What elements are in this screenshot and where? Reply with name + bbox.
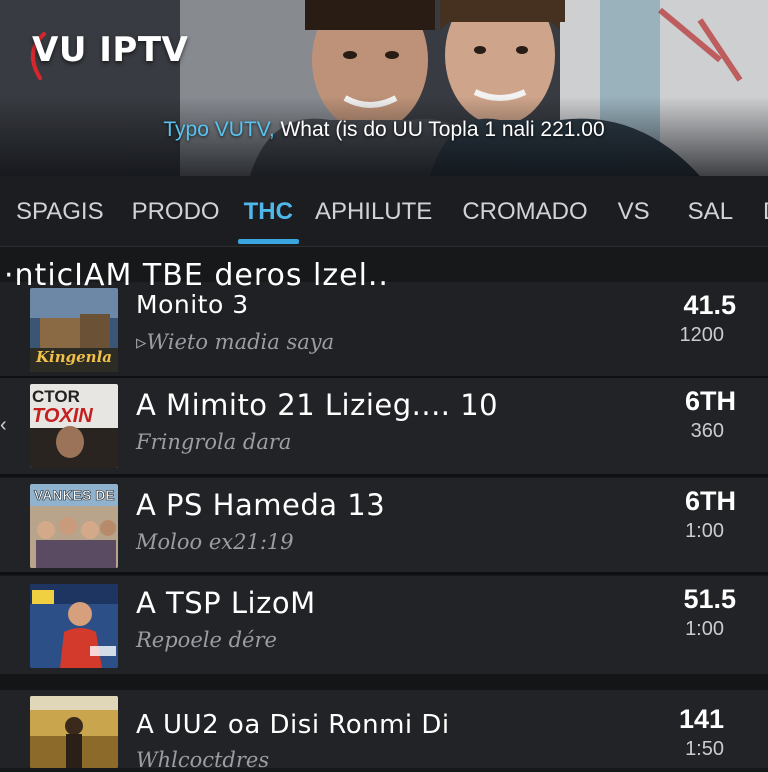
item-title: A UU2 oa Disi Ronmi Di [136, 710, 450, 740]
item-value: 141 [678, 704, 724, 734]
tab-sal[interactable]: SAL [688, 176, 733, 246]
item-time: 1:50 [685, 738, 724, 760]
tab-vs[interactable]: VS [618, 176, 650, 246]
item-title: A PS Hameda 13 [136, 488, 386, 522]
divider [0, 674, 768, 690]
list-item[interactable]: A TSP LizoM Repoele dére 51.5 1:00 [0, 576, 768, 674]
thumbnail [30, 584, 118, 668]
tab-thc[interactable]: THC [237, 176, 300, 246]
divider [0, 572, 768, 575]
list-item[interactable]: VANKES DE A PS Hameda 13 Moloo ex21:19 6… [0, 478, 768, 572]
thumbnail-image: CTOR TOXIN [30, 384, 118, 468]
app-logo[interactable]: VU IPTV [22, 24, 188, 80]
thumbnail [30, 696, 118, 768]
thumbnail: VANKES DE [30, 484, 118, 568]
item-subtitle: Fringrola dara [136, 430, 292, 454]
item-time: 360 [690, 420, 724, 442]
app-title: VU IPTV [32, 30, 189, 70]
item-subtitle: Repoele dére [136, 628, 277, 652]
thumb-text: VANKES DE [34, 487, 115, 503]
list-item[interactable]: Kingenla Monito 3 ▹Wieto madia saya 41.5… [0, 282, 768, 376]
tab-prodo[interactable]: PRODO [132, 176, 220, 246]
thumbnail: Kingenla [30, 288, 118, 372]
list-item[interactable]: A UU2 oa Disi Ronmi Di Whlcoctdres 141 1… [0, 690, 768, 772]
thumbnail-image: VANKES DE [30, 484, 118, 568]
item-value: 6TH [684, 486, 736, 516]
svg-text:TOXIN: TOXIN [32, 405, 93, 427]
thumbnail-image: Kingenla [30, 288, 118, 372]
item-title: A TSP LizoM [136, 586, 316, 620]
item-title: A Mimito 21 Lizieg.... 10 [136, 388, 499, 422]
thumbnail: CTOR TOXIN [30, 384, 118, 468]
section-header: ·nticIAM TBE deros lzel.. [4, 258, 389, 293]
item-time: 1200 [679, 324, 725, 346]
tab-spagis[interactable]: SPAGIS [16, 176, 104, 246]
hero-caption-accent: Typo VUTV, [163, 118, 275, 141]
tab-cromado[interactable]: CROMADO [462, 176, 587, 246]
tab-du[interactable]: DU [763, 176, 768, 246]
item-value: 51.5 [683, 584, 736, 614]
chevron-left-icon[interactable]: ‹ [0, 414, 7, 437]
item-subtitle: Moloo ex21:19 [136, 530, 294, 554]
item-title: Monito 3 [136, 290, 249, 319]
tab-aphilute[interactable]: APHILUTE [315, 176, 432, 246]
hero-caption: Typo VUTV, What (is do UU Topla 1 nali 2… [0, 118, 768, 142]
thumb-text: Kingenla [35, 348, 112, 366]
category-tabs: SPAGIS PRODO THC APHILUTE CROMADO VS SAL… [0, 176, 768, 247]
list-item[interactable]: ‹ CTOR TOXIN A Mimito 21 Lizieg.... 10 F… [0, 378, 768, 474]
item-value: 6TH [684, 386, 736, 416]
thumbnail-image [30, 696, 118, 768]
item-subtitle: Whlcoctdres [136, 748, 270, 772]
item-subtitle: ▹Wieto madia saya [136, 330, 335, 354]
thumbnail-image [30, 584, 118, 668]
svg-text:CTOR: CTOR [32, 387, 80, 406]
hero-caption-text: What (is do UU Topla 1 nali 221.00 [274, 118, 605, 141]
item-time: 1:00 [685, 520, 724, 542]
divider [0, 474, 768, 477]
hero-banner[interactable]: VU IPTV Typo VUTV, What (is do UU Topla … [0, 0, 768, 176]
item-time: 1:00 [685, 618, 724, 640]
item-value: 41.5 [683, 290, 736, 320]
